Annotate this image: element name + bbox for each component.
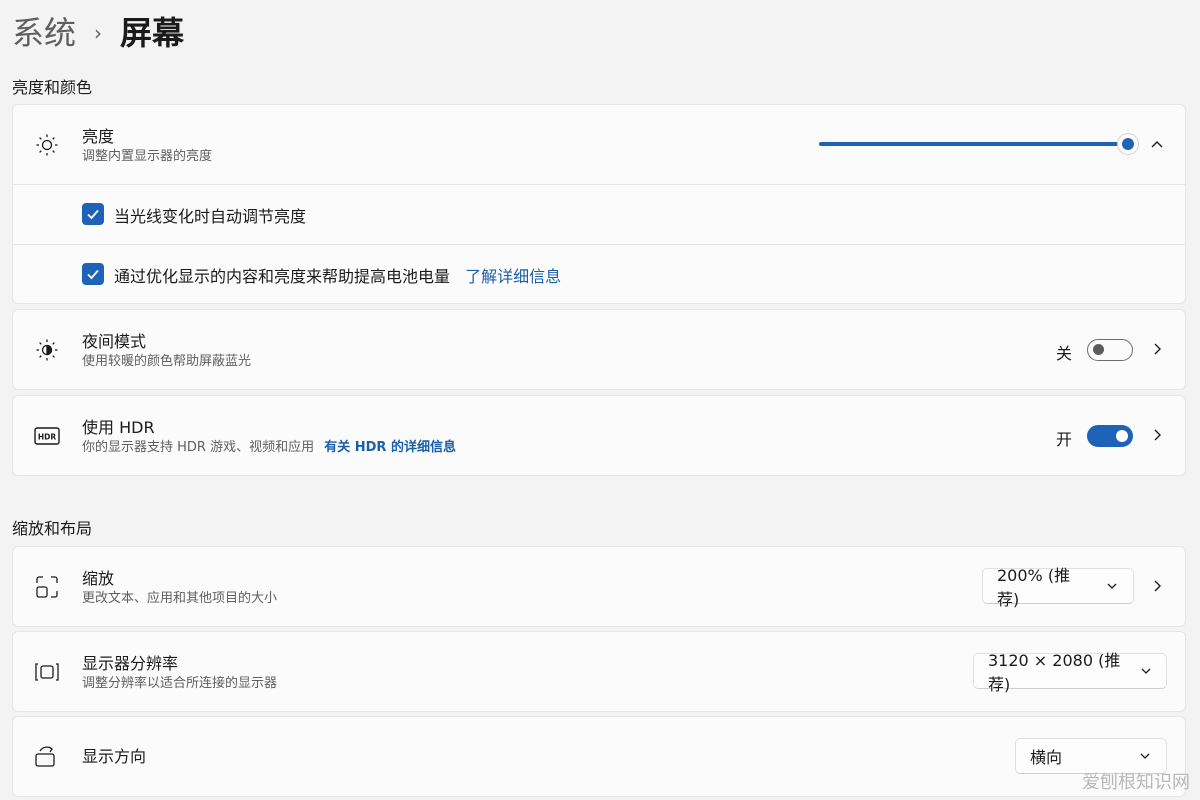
section-title-brightness-color: 亮度和颜色 [12, 78, 93, 97]
sun-icon [33, 131, 61, 159]
brightness-title: 亮度 [82, 127, 115, 146]
night-light-title: 夜间模式 [82, 332, 147, 351]
chevron-right-icon[interactable] [1148, 577, 1166, 595]
battery-brightness-row: 通过优化显示的内容和亮度来帮助提高电池电量 了解详细信息 [13, 245, 1185, 304]
breadcrumb-system[interactable]: 系统 [12, 8, 76, 54]
orientation-title: 显示方向 [82, 747, 147, 766]
scale-subtitle: 更改文本、应用和其他项目的大小 [82, 591, 278, 606]
auto-brightness-row: 当光线变化时自动调节亮度 [13, 185, 1185, 244]
battery-brightness-label: 通过优化显示的内容和亮度来帮助提高电池电量 了解详细信息 [114, 263, 561, 287]
auto-brightness-label: 当光线变化时自动调节亮度 [114, 207, 307, 226]
brightness-row: 亮度 调整内置显示器的亮度 [13, 105, 1185, 184]
orientation-card: 显示方向 横向 [12, 716, 1186, 797]
scale-title: 缩放 [82, 569, 115, 588]
hdr-subtitle: 你的显示器支持 HDR 游戏、视频和应用 [82, 440, 315, 455]
resolution-dropdown-value: 3120 × 2080 (推荐) [988, 651, 1121, 694]
resolution-title: 显示器分辨率 [82, 654, 179, 673]
chevron-down-icon [1105, 579, 1119, 593]
brightness-slider[interactable] [819, 133, 1139, 155]
brightness-card: 亮度 调整内置显示器的亮度 当光线变化时自动调节亮度 通过优化显示的内容和亮度来… [12, 104, 1186, 304]
scale-dropdown[interactable]: 200% (推荐) [982, 566, 1134, 609]
brightness-slider-track [819, 142, 1128, 146]
battery-brightness-text: 通过优化显示的内容和亮度来帮助提高电池电量 [114, 267, 451, 286]
svg-text:HDR: HDR [38, 433, 57, 442]
night-light-icon [33, 336, 61, 364]
auto-brightness-checkbox[interactable] [82, 203, 104, 225]
resolution-dropdown[interactable]: 3120 × 2080 (推荐) [973, 651, 1167, 694]
hdr-subtitle-line: 你的显示器支持 HDR 游戏、视频和应用 有关 HDR 的详细信息 [82, 439, 456, 457]
breadcrumb: 系统 › 屏幕 [12, 6, 184, 56]
learn-more-link[interactable]: 了解详细信息 [465, 267, 561, 286]
scale-card[interactable]: 缩放 更改文本、应用和其他项目的大小 200% (推荐) [12, 546, 1186, 627]
orientation-dropdown-value: 横向 [1030, 748, 1063, 767]
hdr-title: 使用 HDR [82, 418, 155, 437]
hdr-card[interactable]: HDR 使用 HDR 你的显示器支持 HDR 游戏、视频和应用 有关 HDR 的… [12, 395, 1186, 476]
resolution-icon [33, 658, 61, 686]
night-light-card[interactable]: 夜间模式 使用较暖的颜色帮助屏蔽蓝光 关 [12, 309, 1186, 390]
night-light-state-label: 关 [1056, 344, 1073, 363]
chevron-up-icon[interactable] [1148, 135, 1166, 153]
resolution-card: 显示器分辨率 调整分辨率以适合所连接的显示器 3120 × 2080 (推荐) [12, 631, 1186, 712]
hdr-toggle[interactable] [1087, 425, 1133, 447]
breadcrumb-separator: › [94, 21, 103, 45]
resolution-subtitle: 调整分辨率以适合所连接的显示器 [82, 676, 278, 691]
chevron-right-icon[interactable] [1148, 426, 1166, 444]
hdr-info-link[interactable]: 有关 HDR 的详细信息 [324, 440, 456, 455]
chevron-right-icon[interactable] [1148, 340, 1166, 358]
night-light-toggle[interactable] [1087, 339, 1133, 361]
brightness-subtitle: 调整内置显示器的亮度 [82, 149, 213, 164]
scale-icon [33, 573, 61, 601]
section-title-scale-layout: 缩放和布局 [12, 519, 93, 538]
night-light-subtitle: 使用较暖的颜色帮助屏蔽蓝光 [82, 354, 252, 369]
scale-dropdown-value: 200% (推荐) [997, 566, 1071, 609]
hdr-state-label: 开 [1056, 430, 1073, 449]
orientation-icon [33, 743, 61, 771]
page-title: 屏幕 [120, 14, 185, 52]
hdr-icon: HDR [33, 422, 61, 450]
chevron-down-icon [1140, 664, 1152, 678]
watermark: 爱刨根知识网 [1082, 772, 1190, 793]
chevron-down-icon [1138, 749, 1152, 763]
battery-brightness-checkbox[interactable] [82, 263, 104, 285]
brightness-slider-thumb[interactable] [1117, 133, 1139, 155]
